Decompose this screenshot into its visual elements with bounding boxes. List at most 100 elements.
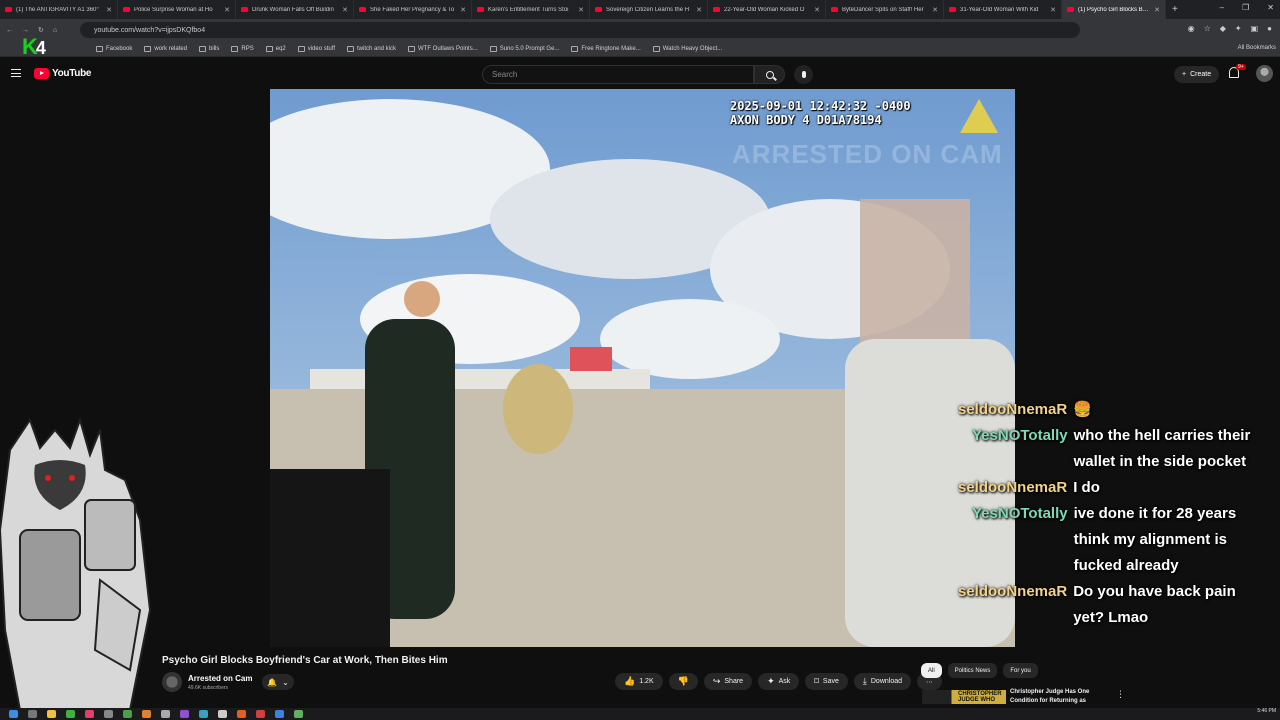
site-icon — [489, 45, 497, 52]
browser-tab[interactable]: Sovereign Citizen Learns the H ✕ — [590, 0, 708, 19]
ask-button[interactable]: ✦ Ask — [758, 673, 800, 690]
share-button[interactable]: ↪ Share — [703, 673, 753, 690]
bookmark-folder[interactable]: twitch and kick — [347, 45, 396, 52]
close-tab-icon[interactable]: ✕ — [696, 6, 702, 14]
recommended-video-title[interactable]: Christopher Judge Has One Condition for … — [1010, 688, 1110, 706]
browser-tab-active[interactable]: (1) Psycho Girl Blocks Boyf ✕ — [1062, 0, 1166, 19]
minimize-icon[interactable]: – — [1220, 3, 1224, 12]
download-button[interactable]: ⤓ Download — [853, 673, 912, 690]
menu-icon[interactable] — [11, 69, 21, 77]
chip-for-you[interactable]: For you — [1003, 663, 1038, 678]
bookmark[interactable]: Free Ringtone Make... — [571, 45, 641, 52]
system-clock[interactable]: 5:46 PM — [1257, 709, 1276, 714]
youtube-logo[interactable]: YouTube — [34, 68, 92, 79]
bookmark-folder[interactable]: work related — [144, 45, 188, 52]
browser-tab[interactable]: Police Surprise Woman at Ho ✕ — [118, 0, 236, 19]
site-icon — [408, 45, 416, 52]
app-icon[interactable] — [180, 710, 189, 718]
channel-name[interactable]: Arrested on Cam — [188, 674, 252, 683]
home-icon[interactable]: ⌂ — [53, 27, 57, 34]
browser-tab[interactable]: 31-Year-Old Woman With Kid ✕ — [944, 0, 1062, 19]
create-button[interactable]: + Create — [1174, 66, 1220, 83]
save-button[interactable]: ⌑ Save — [805, 673, 848, 690]
browser-tab[interactable]: Karen's Entitlement Turns Stoi ✕ — [472, 0, 590, 19]
video-player[interactable]: 2025-09-01 12:42:32 -0400 AXON BODY 4 D0… — [270, 89, 1015, 647]
facebook-icon — [96, 45, 103, 52]
app-icon[interactable] — [275, 710, 284, 718]
tab-label: ByteDancer Spits on Staff! Her — [842, 6, 924, 13]
reload-icon[interactable]: ↻ — [38, 26, 44, 34]
bookmark[interactable]: Suno 5.0 Prompt Ge... — [489, 45, 560, 52]
chrome-icon[interactable] — [256, 710, 265, 718]
browser-tab[interactable]: She Faked Her Pregnancy & To ✕ — [354, 0, 472, 19]
share-icon: ↪ — [712, 676, 721, 686]
app-icon[interactable] — [104, 710, 113, 718]
subscription-bell-button[interactable]: 🔔 ⌄ — [262, 674, 294, 690]
bookmark-folder[interactable]: eq2 — [265, 45, 286, 52]
app-icon[interactable] — [142, 710, 151, 718]
close-tab-icon[interactable]: ✕ — [578, 6, 584, 14]
bookmark[interactable]: Facebook — [96, 45, 132, 52]
new-tab-button[interactable]: + — [1166, 4, 1184, 15]
close-tab-icon[interactable]: ✕ — [1050, 6, 1056, 14]
cast-icon[interactable]: ◉ — [1188, 24, 1195, 33]
app-icon[interactable] — [66, 710, 75, 718]
like-count: 1.2K — [639, 678, 654, 685]
youtube-favicon-icon — [949, 7, 956, 12]
close-tab-icon[interactable]: ✕ — [460, 6, 466, 14]
bookmark[interactable]: Watch Heavy Object... — [652, 45, 722, 52]
search-input[interactable]: Search — [482, 65, 754, 84]
bookmark-star-icon[interactable]: ☆ — [1204, 24, 1211, 33]
search-taskbar-icon[interactable] — [28, 710, 37, 718]
bookmark-folder[interactable]: RPS — [231, 45, 254, 52]
profile-icon[interactable]: ● — [1267, 24, 1272, 33]
more-vertical-icon[interactable]: ⋮ — [1116, 689, 1125, 700]
close-tab-icon[interactable]: ✕ — [814, 6, 820, 14]
browser-tab[interactable]: Drunk Woman Falls Off Buildin ✕ — [236, 0, 354, 19]
search-button[interactable] — [754, 65, 785, 84]
dislike-button[interactable]: 👎 — [668, 673, 698, 690]
app-icon[interactable] — [199, 710, 208, 718]
all-bookmarks[interactable]: All Bookmarks — [1238, 45, 1276, 51]
bookmark-folder[interactable]: bills — [199, 45, 219, 52]
back-icon[interactable]: ← — [6, 27, 13, 34]
download-icon: ⤓ — [862, 676, 867, 686]
chip-all[interactable]: All — [921, 663, 942, 678]
bookmark-label: Suno 5.0 Prompt Ge... — [499, 45, 560, 52]
extension-icon[interactable]: ◆ — [1220, 24, 1226, 33]
bookmark[interactable]: WTF Outlaws Points... — [408, 45, 478, 52]
bookmark-label: work related — [154, 45, 188, 52]
axon-logo-icon — [960, 99, 998, 133]
close-window-icon[interactable]: ✕ — [1267, 3, 1274, 12]
app-icon[interactable] — [85, 710, 94, 718]
start-menu-icon[interactable] — [9, 710, 18, 718]
close-tab-icon[interactable]: ✕ — [106, 6, 112, 14]
puzzle-icon[interactable]: ✦ — [1235, 24, 1242, 33]
firefox-icon[interactable] — [237, 710, 246, 718]
app-icon[interactable] — [218, 710, 227, 718]
browser-tab[interactable]: ByteDancer Spits on Staff! Her ✕ — [826, 0, 944, 19]
recommended-video-thumbnail[interactable]: CHRISTOPHER JUDGE WHO — [922, 690, 1006, 704]
logo-letter: K — [22, 34, 38, 59]
forward-icon[interactable]: → — [22, 27, 29, 34]
app-icon[interactable] — [294, 710, 303, 718]
maximize-icon[interactable]: ❐ — [1242, 3, 1249, 12]
close-tab-icon[interactable]: ✕ — [1154, 6, 1160, 14]
close-tab-icon[interactable]: ✕ — [932, 6, 938, 14]
close-tab-icon[interactable]: ✕ — [342, 6, 348, 14]
sidebar-icon[interactable]: ▣ — [1251, 24, 1259, 33]
voice-search-button[interactable] — [794, 65, 813, 84]
chip-politics-news[interactable]: Politics News — [947, 663, 998, 678]
account-avatar[interactable] — [1256, 65, 1273, 82]
channel-avatar[interactable] — [162, 672, 182, 692]
chat-username: YesNOTotally — [972, 505, 1068, 522]
browser-tab[interactable]: (1) The ANTIGRAVITY A1 360° ✕ — [0, 0, 118, 19]
bookmark-folder[interactable]: video stuff — [297, 45, 335, 52]
url-field[interactable]: youtube.com/watch?v=ijpsDKQfbo4 — [80, 22, 1080, 38]
app-icon[interactable] — [123, 710, 132, 718]
like-button[interactable]: 👍 1.2K — [615, 673, 663, 690]
close-tab-icon[interactable]: ✕ — [224, 6, 230, 14]
file-explorer-icon[interactable] — [47, 710, 56, 718]
browser-tab[interactable]: 22-Year-Old Woman Kicked O ✕ — [708, 0, 826, 19]
app-icon[interactable] — [161, 710, 170, 718]
